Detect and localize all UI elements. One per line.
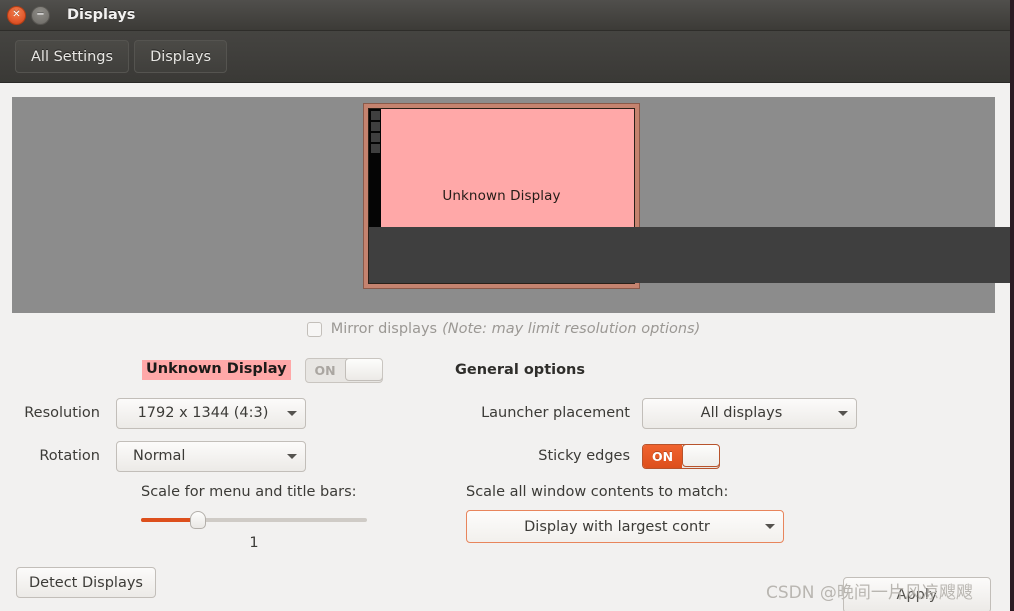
rotation-row: Rotation Normal [0, 440, 455, 472]
scale-slider-handle[interactable] [190, 511, 206, 529]
rotation-dropdown[interactable]: Normal [116, 440, 306, 472]
rotation-value: Normal [133, 448, 186, 464]
unity-launcher-preview [369, 109, 1010, 283]
sticky-edges-toggle-knob [682, 444, 719, 467]
resolution-dropdown[interactable]: 1792 x 1344 (4:3) [116, 397, 306, 429]
launcher-placement-dropdown[interactable]: All displays [642, 397, 857, 429]
launcher-icon [370, 111, 380, 120]
resolution-label: Resolution [24, 405, 100, 421]
close-glyph: ✕ [12, 9, 21, 20]
general-options-title-row: General options [455, 355, 1007, 385]
displays-settings-window: ✕ − Displays All Settings Displays Unkno… [0, 0, 1014, 611]
general-options-column: General options Launcher placement All d… [455, 355, 1007, 543]
resolution-value: 1792 x 1344 (4:3) [137, 405, 269, 421]
monitor-screen: Unknown Display [368, 108, 1010, 284]
sticky-edges-toggle-label: ON [643, 444, 682, 468]
display-power-toggle[interactable]: ON [304, 357, 383, 383]
window-titlebar: ✕ − Displays [0, 0, 1010, 31]
display-preview-canvas[interactable]: Unknown Display [12, 97, 1010, 313]
chevron-down-icon [757, 524, 783, 529]
sticky-edges-toggle[interactable]: ON [642, 443, 720, 469]
minimize-icon[interactable]: − [31, 5, 50, 25]
display-settings-column: Unknown Display ON Resolution 1792 x 134… [0, 355, 455, 551]
displays-button[interactable]: Displays [134, 40, 228, 73]
launcher-placement-value: All displays [700, 405, 783, 421]
detect-displays-button[interactable]: Detect Displays [16, 567, 156, 598]
scale-slider[interactable] [141, 511, 367, 529]
mirror-displays-label: Mirror displays [330, 321, 438, 337]
rotation-label: Rotation [39, 448, 100, 464]
scale-slider-group: Scale for menu and title bars: 1 [141, 484, 455, 551]
display-power-toggle-knob [344, 358, 382, 381]
scale-slider-title: Scale for menu and title bars: [141, 484, 357, 500]
sticky-edges-row: Sticky edges ON [455, 441, 1007, 471]
monitor-preview-label: Unknown Display [442, 188, 561, 204]
selected-display-name: Unknown Display [142, 360, 291, 380]
monitor-preview[interactable]: Unknown Display [363, 103, 1010, 289]
scale-slider-value: 1 [249, 535, 259, 551]
chevron-down-icon [279, 453, 305, 459]
scale-contents-value: Display with largest contr [524, 518, 710, 535]
launcher-icon [370, 122, 380, 131]
mirror-displays-row: Mirror displays (Note: may limit resolut… [0, 321, 1007, 337]
content-area: Unknown Display Mirror displays (Note: m… [0, 83, 1010, 611]
display-name-row: Unknown Display ON [0, 355, 455, 385]
scale-contents-dropdown[interactable]: Display with largest contr [466, 510, 784, 543]
launcher-icon [369, 227, 1010, 283]
apply-button[interactable]: Apply [843, 577, 991, 611]
chevron-down-icon [279, 410, 305, 416]
close-icon[interactable]: ✕ [7, 5, 26, 25]
display-power-toggle-label: ON [314, 362, 336, 378]
minimize-glyph: − [36, 9, 45, 20]
launcher-icon [370, 144, 380, 153]
window-title: Displays [67, 7, 136, 23]
mirror-displays-note: (Note: may limit resolution options) [442, 321, 701, 337]
toolbar: All Settings Displays [0, 31, 1010, 83]
chevron-down-icon [830, 410, 856, 416]
general-options-title: General options [455, 362, 586, 378]
mirror-displays-checkbox[interactable] [306, 321, 322, 337]
all-settings-button[interactable]: All Settings [15, 40, 130, 73]
scale-contents-title: Scale all window contents to match: [466, 484, 729, 500]
launcher-placement-label: Launcher placement [481, 405, 630, 421]
scale-contents-group: Scale all window contents to match: Disp… [466, 484, 1007, 543]
sticky-edges-label: Sticky edges [538, 448, 630, 464]
launcher-placement-row: Launcher placement All displays [455, 397, 1007, 429]
launcher-icon [370, 133, 380, 142]
resolution-row: Resolution 1792 x 1344 (4:3) [0, 397, 455, 429]
bottom-action-bar: Detect Displays Apply [0, 555, 1007, 611]
